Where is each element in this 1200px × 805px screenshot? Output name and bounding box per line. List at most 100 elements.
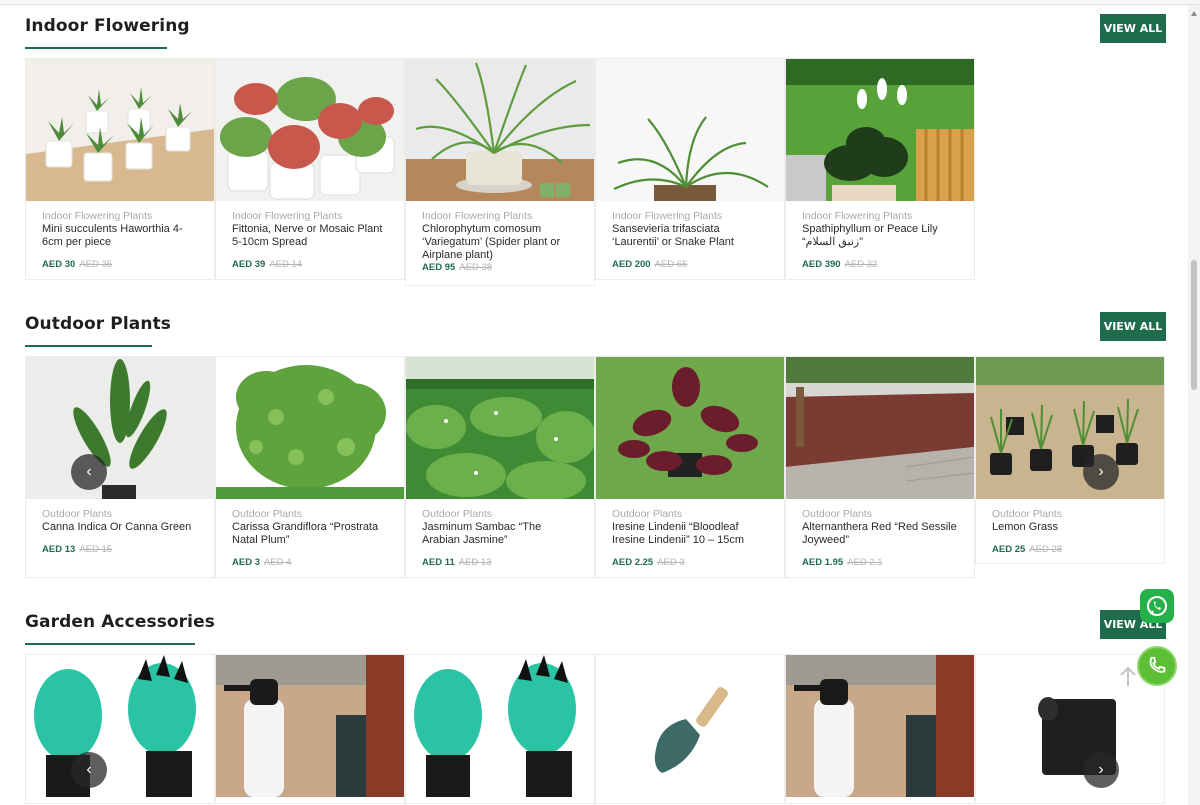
product-old-price: AED 32: [844, 259, 878, 270]
product-image[interactable]: [26, 357, 214, 499]
product-price: AED 95: [422, 262, 456, 273]
product-price: AED 390: [802, 259, 841, 270]
whatsapp-icon: [1147, 596, 1167, 616]
product-price: AED 1.95: [802, 557, 844, 568]
product-image[interactable]: [596, 357, 784, 499]
product-old-price: AED 15: [79, 544, 113, 555]
product-price: AED 13: [42, 544, 76, 555]
page-scrollbar[interactable]: [1188, 5, 1200, 805]
product-image[interactable]: [26, 59, 214, 201]
product-category[interactable]: Outdoor Plants: [232, 508, 388, 521]
section-title-underline: [25, 345, 152, 347]
product-category[interactable]: Outdoor Plants: [802, 508, 958, 521]
section-title-underline: [25, 47, 167, 49]
product-card[interactable]: Outdoor Plants Iresine Lindenii “Bloodle…: [595, 356, 785, 578]
product-image[interactable]: [216, 59, 404, 201]
product-name[interactable]: Lemon Grass: [992, 521, 1148, 534]
product-category[interactable]: Indoor Flowering Plants: [802, 210, 958, 223]
section-outdoor-plants: Outdoor Plants VIEW ALL Outdoor Plants C…: [25, 312, 1166, 582]
product-name[interactable]: Alternanthera Red “Red Sessile Joyweed”: [802, 521, 958, 547]
product-card[interactable]: Indoor Flowering Plants Spathiphyllum or…: [785, 58, 975, 280]
product-category[interactable]: Indoor Flowering Plants: [612, 210, 768, 223]
product-name[interactable]: Chlorophytum comosum ‘Variegatum’ (Spide…: [422, 223, 578, 262]
product-category[interactable]: Outdoor Plants: [42, 508, 198, 521]
product-card[interactable]: Indoor Flowering Plants Chlorophytum com…: [405, 58, 595, 286]
chevron-left-icon: ‹: [86, 761, 92, 778]
product-old-price: AED 14: [269, 259, 303, 270]
product-card[interactable]: [405, 654, 595, 804]
product-name[interactable]: Carissa Grandiflora “Prostrata Natal Plu…: [232, 521, 388, 547]
chevron-right-icon: ›: [1098, 761, 1104, 778]
product-card[interactable]: [25, 654, 215, 804]
product-image[interactable]: [786, 655, 974, 797]
phone-icon: [1149, 656, 1166, 673]
product-name[interactable]: Sansevieria trifasciata ‘Laurentii’ or S…: [612, 223, 768, 249]
product-image[interactable]: [596, 59, 784, 201]
product-category[interactable]: Indoor Flowering Plants: [422, 210, 578, 223]
carousel-prev-button[interactable]: ‹: [71, 454, 107, 490]
product-image[interactable]: [786, 357, 974, 499]
product-card[interactable]: [595, 654, 785, 804]
product-image[interactable]: [406, 655, 594, 797]
carousel-next-button[interactable]: ›: [1083, 752, 1119, 788]
product-price: AED 11: [422, 557, 455, 568]
product-old-price: AED 38: [459, 262, 493, 273]
product-price: AED 3: [232, 557, 260, 568]
browser-top-edge: [0, 0, 1200, 5]
product-old-price: AED 2.1: [847, 557, 883, 568]
product-card[interactable]: Indoor Flowering Plants Mini succulents …: [25, 58, 215, 280]
product-name[interactable]: Spathiphyllum or Peace Lily “زنبق السلام…: [802, 223, 958, 249]
product-name[interactable]: Mini succulents Haworthia 4-6cm per piec…: [42, 223, 198, 249]
product-old-price: AED 65: [654, 259, 688, 270]
product-image[interactable]: [976, 357, 1164, 499]
section-title: Outdoor Plants: [25, 314, 172, 334]
product-image[interactable]: [406, 357, 594, 499]
product-old-price: AED 28: [1029, 544, 1063, 555]
product-card[interactable]: [785, 654, 975, 804]
product-image[interactable]: [216, 357, 404, 499]
view-all-button[interactable]: VIEW ALL: [1100, 14, 1166, 43]
product-image[interactable]: [216, 655, 404, 797]
arrow-up-icon: [1120, 666, 1136, 686]
scroll-to-top-button[interactable]: [1118, 666, 1138, 688]
whatsapp-button[interactable]: [1140, 589, 1174, 623]
carousel-prev-button[interactable]: ‹: [71, 752, 107, 788]
product-image[interactable]: [26, 655, 214, 797]
product-category[interactable]: Indoor Flowering Plants: [232, 210, 388, 223]
product-price: AED 2.25: [612, 557, 654, 568]
product-category[interactable]: Outdoor Plants: [422, 508, 578, 521]
product-category[interactable]: Outdoor Plants: [612, 508, 768, 521]
product-card[interactable]: Indoor Flowering Plants Sansevieria trif…: [595, 58, 785, 280]
chevron-right-icon: ›: [1098, 463, 1104, 480]
product-card[interactable]: Indoor Flowering Plants Fittonia, Nerve …: [215, 58, 405, 280]
view-all-button[interactable]: VIEW ALL: [1100, 312, 1166, 341]
product-name[interactable]: Canna Indica Or Canna Green: [42, 521, 198, 534]
product-category[interactable]: Outdoor Plants: [992, 508, 1148, 521]
product-card[interactable]: [215, 654, 405, 804]
product-card[interactable]: Outdoor Plants Alternanthera Red “Red Se…: [785, 356, 975, 578]
product-old-price: AED 35: [79, 259, 113, 270]
scroll-up-arrow-icon[interactable]: [1191, 11, 1197, 16]
section-indoor-flowering: Indoor Flowering VIEW ALL Indoor Floweri…: [25, 14, 1166, 289]
carousel-next-button[interactable]: ›: [1083, 454, 1119, 490]
product-card[interactable]: Outdoor Plants Carissa Grandiflora “Pros…: [215, 356, 405, 578]
product-image[interactable]: [406, 59, 594, 201]
scrollbar-thumb[interactable]: [1191, 260, 1197, 390]
product-price: AED 30: [42, 259, 76, 270]
product-carousel: Indoor Flowering Plants Mini succulents …: [25, 58, 975, 286]
product-name[interactable]: Fittonia, Nerve or Mosaic Plant 5-10cm S…: [232, 223, 388, 249]
product-image[interactable]: [596, 655, 784, 797]
section-title-underline: [25, 643, 195, 645]
product-card[interactable]: Outdoor Plants Canna Indica Or Canna Gre…: [25, 356, 215, 578]
product-card[interactable]: Outdoor Plants Lemon Grass AED 25 AED 28: [975, 356, 1165, 564]
product-card[interactable]: Outdoor Plants Jasminum Sambac “The Arab…: [405, 356, 595, 578]
product-price: AED 25: [992, 544, 1026, 555]
product-name[interactable]: Jasminum Sambac “The Arabian Jasmine”: [422, 521, 578, 547]
product-name[interactable]: Iresine Lindenii “Bloodleaf Iresine Lind…: [612, 521, 768, 547]
chevron-left-icon: ‹: [86, 463, 92, 480]
product-price: AED 39: [232, 259, 266, 270]
product-category[interactable]: Indoor Flowering Plants: [42, 210, 198, 223]
call-button[interactable]: [1137, 646, 1177, 686]
product-carousel: [25, 654, 1165, 804]
product-image[interactable]: [786, 59, 974, 201]
